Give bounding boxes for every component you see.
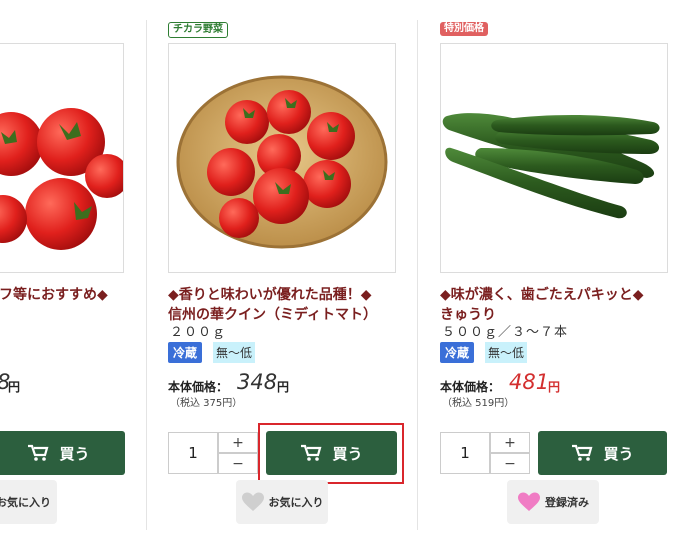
quantity-decrease-button[interactable]: − [490, 453, 530, 474]
cart-icon [572, 444, 593, 461]
pesticide-tag: 無〜低 [485, 342, 528, 363]
cart-icon [301, 444, 322, 461]
buy-label: 買う [332, 444, 363, 463]
heart-icon [518, 492, 540, 511]
tax-included-price: （税込 519円） [442, 398, 515, 409]
fav-label: 登録済み [545, 496, 589, 509]
heart-icon [241, 492, 264, 511]
product-image[interactable] [0, 43, 124, 273]
price-label: 本体価格： [440, 380, 501, 394]
price-yen: 円 [548, 380, 561, 394]
column-divider [417, 20, 418, 530]
cucumber-image [442, 113, 660, 219]
product-image[interactable] [440, 43, 668, 273]
product-weight: ５００ｇ／３〜７本 [442, 325, 569, 340]
favorite-button[interactable]: お気に入り [0, 480, 57, 524]
price-label: 本体価格： [168, 380, 229, 394]
favorite-button[interactable]: お気に入り [236, 480, 328, 524]
chikara-yasai-badge: チカラ野菜 [168, 22, 228, 38]
product-title-line1[interactable]: ◆香りと味わいが優れた品種！◆ [168, 285, 372, 305]
cart-icon [28, 444, 49, 461]
quantity-increase-button[interactable]: + [490, 432, 530, 453]
product-title[interactable]: フ等におすすめ◆ [0, 285, 108, 305]
buy-button[interactable]: 買う [0, 431, 125, 475]
product-weight: ２００ｇ [170, 325, 227, 340]
tomato-image [176, 75, 388, 249]
tax-included-price: （税込 375円） [170, 398, 243, 409]
buy-label: 買う [603, 444, 634, 463]
buy-button[interactable]: 買う [538, 431, 667, 475]
fav-label: お気に入り [0, 496, 51, 509]
price-yen: 円 [277, 380, 290, 394]
product-image[interactable] [168, 43, 396, 273]
product-title-line1[interactable]: ◆味が濃く、歯ごたえパキッと◆ [440, 285, 644, 305]
quantity-increase-button[interactable]: + [218, 432, 258, 453]
price-yen: 円 [8, 380, 21, 394]
quantity-input[interactable]: 1 [168, 432, 218, 474]
buy-button[interactable]: 買う [266, 431, 397, 475]
price-value: 481 [509, 370, 550, 394]
pesticide-tag: 無〜低 [213, 342, 256, 363]
price-value: 348 [237, 370, 278, 394]
refrigerated-tag: 冷蔵 [440, 342, 475, 363]
special-price-badge: 特別価格 [440, 22, 488, 36]
quantity-input[interactable]: 1 [440, 432, 490, 474]
fav-label: お気に入り [268, 496, 324, 509]
column-divider [146, 20, 147, 530]
quantity-decrease-button[interactable]: − [218, 453, 258, 474]
tomato-image [0, 108, 123, 250]
favorite-button[interactable]: 登録済み [507, 480, 599, 524]
buy-label: 買う [59, 444, 90, 463]
refrigerated-tag: 冷蔵 [168, 342, 203, 363]
